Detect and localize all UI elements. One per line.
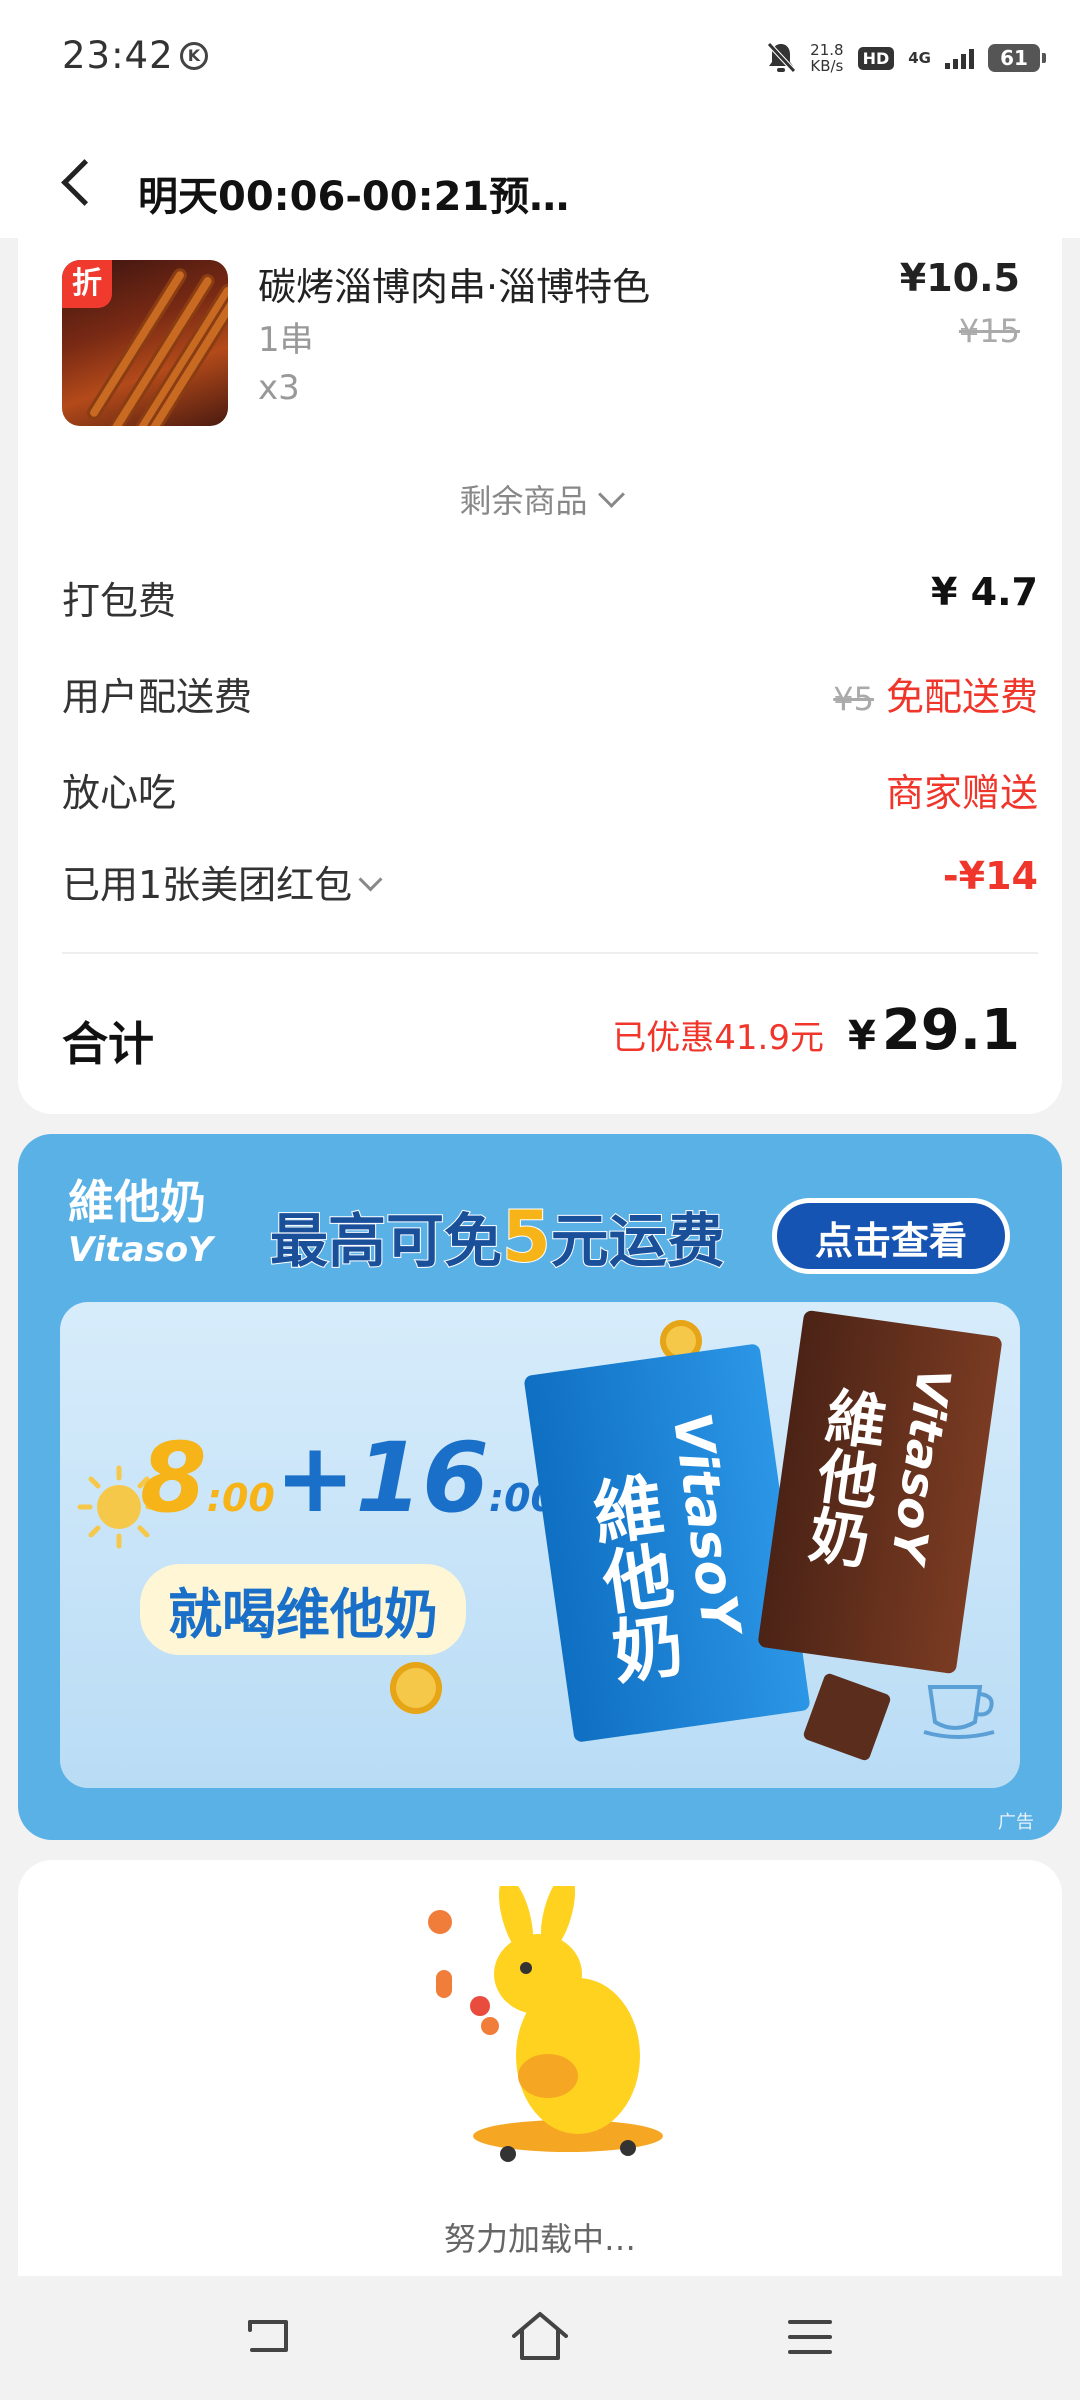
packing-fee-row: 打包费 ¥ 4.7 bbox=[62, 570, 1038, 630]
more-items-label: 剩余商品 bbox=[459, 482, 588, 520]
net-speed-value: 21.8 bbox=[810, 41, 844, 59]
packing-fee-value: ¥ 4.7 bbox=[931, 570, 1038, 614]
ad-slogan-suffix: 元运费 bbox=[550, 1206, 726, 1276]
red-packet-value: -¥14 bbox=[942, 854, 1038, 898]
ad-headline-b: 16 bbox=[355, 1422, 489, 1534]
ad-slogan-prefix: 最高可免 bbox=[269, 1206, 503, 1276]
packing-fee-label: 打包费 bbox=[62, 579, 177, 623]
soy-milk-pack-chocolate: 維他奶 VitasoY bbox=[757, 1309, 1003, 1675]
item-original-price: ¥15 bbox=[958, 312, 1020, 350]
hd-badge: HD bbox=[857, 46, 895, 70]
item-thumbnail[interactable]: 折 bbox=[62, 260, 228, 426]
chevron-down-icon bbox=[597, 481, 625, 508]
red-packet-label: 已用1张美团红包 bbox=[62, 863, 353, 907]
discount-tag: 折 bbox=[62, 260, 112, 308]
delivery-fee-value-group: ¥5 免配送费 bbox=[833, 666, 1038, 721]
status-bar: 23:42 K 21.8 KB/s HD 4G 61 bbox=[0, 0, 1080, 118]
net-speed-unit: KB/s bbox=[810, 57, 844, 75]
nav-home-icon[interactable] bbox=[510, 2310, 570, 2362]
page-header: 明天00:06-00:21预… bbox=[0, 118, 1080, 238]
more-items-toggle[interactable]: 剩余商品 bbox=[18, 476, 1062, 522]
battery-icon: 61 bbox=[988, 44, 1046, 72]
bell-muted-icon bbox=[767, 42, 797, 73]
total-amount: ¥29.1 bbox=[848, 998, 1020, 1063]
ad-view-button[interactable]: 点击查看 bbox=[772, 1198, 1010, 1274]
delivery-fee-label: 用户配送费 bbox=[62, 675, 253, 719]
nav-menu-icon[interactable] bbox=[786, 2316, 834, 2358]
ad-headline-plus: + bbox=[274, 1422, 356, 1534]
signal-icon bbox=[945, 47, 974, 69]
item-name[interactable]: 碳烤淄博肉串·淄博特色 bbox=[258, 256, 650, 311]
page-title: 明天00:06-00:21预… bbox=[138, 174, 570, 220]
chevron-down-icon bbox=[358, 867, 383, 892]
ad-banner[interactable]: 維他奶 VitasoY 最高可免5元运费 点击查看 8:00+16:00 就喝维… bbox=[18, 1134, 1062, 1840]
k-circle-icon: K bbox=[180, 42, 208, 70]
food-safety-value: 商家赠送 bbox=[885, 771, 1038, 815]
kangaroo-mascot-icon bbox=[428, 1886, 663, 2162]
network-label: 4G bbox=[908, 48, 931, 67]
total-label: 合计 bbox=[62, 1017, 154, 1071]
item-quantity: x3 bbox=[258, 368, 300, 408]
ad-brand-logo: 維他奶 VitasoY bbox=[68, 1178, 213, 1274]
delivery-fee-original: ¥5 bbox=[833, 680, 874, 718]
net-speed: 21.8 KB/s bbox=[810, 42, 843, 74]
ad-label: 广告 bbox=[998, 1812, 1034, 1833]
status-time: 23:42 bbox=[62, 34, 174, 77]
total-currency: ¥ bbox=[847, 1013, 876, 1059]
red-packet-label-group: 已用1张美团红包 bbox=[62, 854, 383, 909]
loading-text: 努力加载中… bbox=[443, 2220, 636, 2258]
loading-card: 努力加载中… bbox=[18, 1860, 1062, 2280]
red-packet-row[interactable]: 已用1张美团红包 -¥14 bbox=[62, 854, 1038, 914]
item-price: ¥10.5 bbox=[899, 256, 1020, 300]
ad-slogan: 最高可免5元运费 bbox=[269, 1194, 726, 1279]
network-type: 4G bbox=[908, 48, 931, 67]
nav-back-icon[interactable] bbox=[244, 2316, 292, 2356]
coin-icon bbox=[390, 1662, 442, 1714]
total-saved: 已优惠41.9元 bbox=[612, 1018, 824, 1058]
ad-headline-a-unit: :00 bbox=[206, 1476, 275, 1520]
ad-brand-cn: 維他奶 bbox=[68, 1175, 206, 1229]
soy-milk-pack-blue: 維他奶 VitasoY bbox=[523, 1343, 811, 1743]
ad-brand-latin: VitasoY bbox=[68, 1230, 213, 1270]
divider bbox=[62, 952, 1038, 954]
item-spec: 1串 bbox=[258, 320, 314, 360]
food-safety-row: 放心吃 商家赠送 bbox=[62, 762, 1038, 822]
back-arrow-icon[interactable] bbox=[58, 160, 98, 200]
order-summary-card: 折 碳烤淄博肉串·淄博特色 1串 x3 ¥10.5 ¥15 剩余商品 打包费 ¥… bbox=[18, 238, 1062, 1114]
total-group: 已优惠41.9元 ¥29.1 bbox=[612, 998, 1020, 1063]
total-amount-value: 29.1 bbox=[881, 998, 1020, 1063]
status-icons: 21.8 KB/s HD 4G 61 bbox=[766, 38, 1046, 78]
delivery-fee-row: 用户配送费 ¥5 免配送费 bbox=[62, 666, 1038, 726]
delivery-fee-value: 免配送费 bbox=[885, 675, 1038, 719]
food-safety-label: 放心吃 bbox=[62, 771, 177, 815]
ad-headline: 8:00+16:00 bbox=[140, 1422, 557, 1534]
ad-image: 8:00+16:00 就喝维他奶 維他奶 VitasoY 維他奶 VitasoY bbox=[60, 1302, 1020, 1788]
chocolate-icon bbox=[802, 1672, 892, 1762]
cup-icon bbox=[923, 1685, 995, 1739]
ad-slogan-number: 5 bbox=[501, 1195, 552, 1279]
ad-headline-a: 8 bbox=[140, 1422, 207, 1534]
system-nav-bar bbox=[0, 2276, 1080, 2400]
ad-subheadline: 就喝维他奶 bbox=[140, 1564, 466, 1655]
